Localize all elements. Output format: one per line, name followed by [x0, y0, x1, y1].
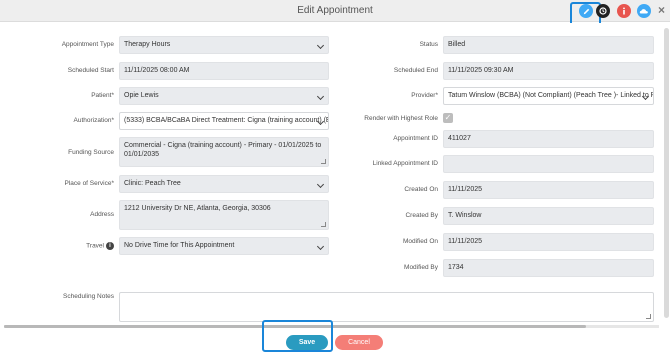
cloud-icon[interactable]: [637, 4, 651, 18]
travel-info-icon[interactable]: i: [106, 242, 114, 250]
place-of-service-label: Place of Service*: [64, 180, 115, 187]
travel-select[interactable]: No Drive Time for This Appointment: [119, 237, 329, 255]
travel-label-text: Travel: [86, 242, 104, 250]
appointment-id-field: 411027: [443, 130, 654, 148]
scheduling-notes-label: Scheduling Notes: [63, 293, 114, 300]
cancel-button[interactable]: Cancel: [335, 335, 383, 350]
scheduled-start-field[interactable]: 11/11/2025 08:00 AM: [119, 62, 329, 80]
provider-label: Provider*: [411, 92, 438, 99]
created-on-field: 11/11/2025: [443, 181, 654, 199]
status-field: Billed: [443, 36, 654, 54]
created-on-label: Created On: [404, 186, 438, 193]
address-field[interactable]: 1212 University Dr NE, Atlanta, Georgia,…: [119, 200, 329, 230]
address-label: Address: [90, 211, 114, 218]
render-highest-role-checkbox[interactable]: ✓: [443, 113, 453, 123]
created-by-label: Created By: [405, 212, 438, 219]
provider-select[interactable]: Tatum Winslow (BCBA) (Not Compliant) (Pe…: [443, 87, 654, 105]
authorization-label: Authorization*: [73, 117, 114, 124]
funding-source-label: Funding Source: [68, 149, 114, 156]
linked-appointment-id-field: [443, 155, 654, 173]
funding-source-field[interactable]: Commercial - Cigna (training account) - …: [119, 137, 329, 167]
created-by-field: T. Winslow: [443, 207, 654, 225]
scheduling-notes-textarea[interactable]: [119, 292, 654, 322]
authorization-select[interactable]: (5333) BCBA/BCaBA Direct Treatment: Cign…: [119, 112, 329, 130]
modified-by-label: Modified By: [404, 264, 438, 271]
save-button-highlight: [262, 320, 333, 352]
travel-label: Travel i: [86, 242, 114, 250]
history-icon[interactable]: [596, 4, 610, 18]
patient-select[interactable]: Opie Lewis: [119, 87, 329, 105]
modified-by-field: 1734: [443, 259, 654, 277]
scheduled-end-field[interactable]: 11/11/2025 09:30 AM: [443, 62, 654, 80]
render-highest-role-label: Render with Highest Role: [364, 115, 438, 122]
scheduled-end-label: Scheduled End: [393, 67, 438, 74]
modified-on-label: Modified On: [402, 238, 438, 245]
linked-appointment-id-label: Linked Appointment ID: [372, 160, 438, 167]
status-label: Status: [419, 41, 438, 48]
close-icon[interactable]: ×: [658, 3, 665, 17]
place-of-service-select[interactable]: Clinic: Peach Tree: [119, 175, 329, 193]
patient-label: Patient*: [91, 92, 114, 99]
appointment-id-label: Appointment ID: [393, 135, 438, 142]
modified-on-field: 11/11/2025: [443, 233, 654, 251]
info-icon[interactable]: [617, 4, 631, 18]
scheduled-start-label: Scheduled Start: [67, 67, 114, 74]
appointment-type-label: Appointment Type: [61, 41, 114, 48]
vertical-scrollbar[interactable]: [664, 28, 669, 318]
appointment-type-select[interactable]: Therapy Hours: [119, 36, 329, 54]
